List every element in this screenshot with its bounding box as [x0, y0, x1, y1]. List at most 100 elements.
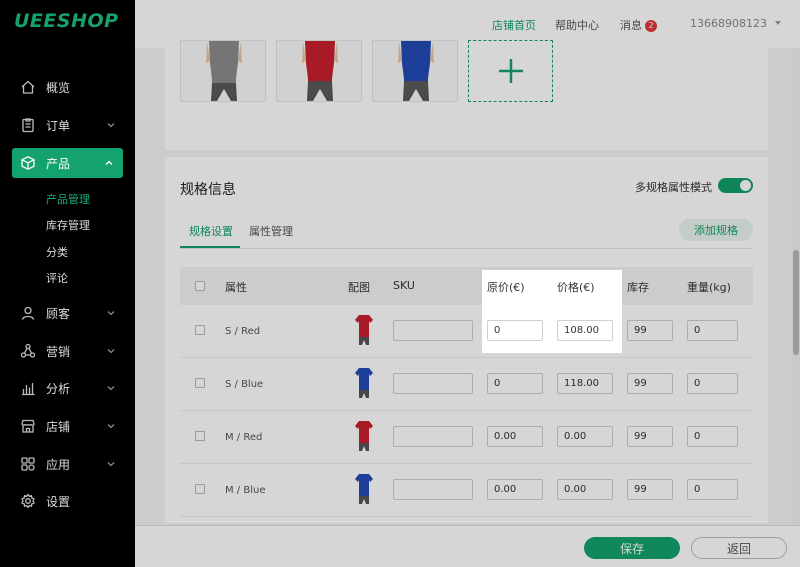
row-checkbox[interactable]: [195, 484, 205, 494]
row-attribute: M / Blue: [225, 485, 266, 496]
col-stock: 库存: [627, 281, 649, 294]
chevron-down-icon: [105, 345, 117, 357]
sku-input[interactable]: [393, 479, 473, 500]
sidebar-item-marketing[interactable]: 营销: [0, 336, 135, 366]
sidebar-sub-category[interactable]: 分类: [46, 244, 68, 260]
back-button[interactable]: 返回: [691, 537, 787, 559]
variant-image-blue[interactable]: [355, 474, 373, 504]
logo[interactable]: UEESHOP: [14, 10, 119, 32]
sidebar-item-settings[interactable]: 设置: [0, 486, 135, 516]
multi-spec-mode-toggle[interactable]: [718, 178, 753, 193]
original-price-input[interactable]: 0.00: [487, 479, 543, 500]
product-image-red[interactable]: [276, 40, 362, 102]
sku-input[interactable]: [393, 320, 473, 341]
sidebar: UEESHOP 概览 订单 产品 产品管理 库存管理 分类 评论 顾客 营销 分…: [0, 0, 135, 567]
table-row: S / Blue 0 118.00 99 0: [180, 358, 753, 411]
sidebar-item-apps[interactable]: 应用: [0, 449, 135, 479]
row-checkbox[interactable]: [195, 378, 205, 388]
toggle-knob: [740, 180, 751, 191]
table-row: M / Blue 0.00 0.00 99 0: [180, 464, 753, 517]
store-icon: [20, 418, 36, 434]
store-home-link[interactable]: 店铺首页: [492, 17, 536, 33]
save-button[interactable]: 保存: [584, 537, 680, 559]
main-area: 店铺首页 帮助中心 消息 2 13668908123 规格信息 多规格属性模式 …: [135, 0, 800, 567]
highlight-original-price-input[interactable]: 0: [487, 320, 543, 341]
plus-icon: [498, 59, 523, 83]
sku-input[interactable]: [393, 426, 473, 447]
user-icon: [20, 305, 36, 321]
stock-input[interactable]: 99: [627, 320, 673, 341]
home-icon: [20, 79, 36, 95]
chevron-down-icon: [105, 420, 117, 432]
product-image-grey[interactable]: [180, 40, 266, 102]
messages-link[interactable]: 消息 2: [620, 17, 657, 33]
sidebar-item-label: 营销: [46, 344, 71, 359]
sidebar-item-label: 订单: [46, 118, 71, 133]
scrollbar-thumb[interactable]: [793, 250, 799, 355]
tabs-divider: [180, 248, 753, 249]
sidebar-item-customers[interactable]: 顾客: [0, 298, 135, 328]
chevron-down-icon: [105, 458, 117, 470]
sidebar-item-label: 顾客: [46, 306, 71, 321]
row-attribute: S / Red: [225, 326, 261, 337]
variant-image-red[interactable]: [355, 315, 373, 345]
weight-input[interactable]: 0: [687, 426, 738, 447]
sidebar-item-label: 概览: [46, 80, 71, 95]
col-attribute: 属性: [225, 281, 247, 294]
row-checkbox[interactable]: [195, 431, 205, 441]
original-price-input[interactable]: 0.00: [487, 426, 543, 447]
tab-spec-settings[interactable]: 规格设置: [189, 223, 233, 239]
spec-table-header: 属性 配图 SKU 原价(€) 价格(€) 库存 重量(kg): [180, 267, 753, 305]
row-attribute: S / Blue: [225, 379, 264, 390]
caret-down-icon: [774, 21, 781, 25]
chevron-up-icon: [103, 157, 115, 169]
multi-spec-mode-label: 多规格属性模式: [635, 181, 712, 194]
sidebar-sub-inventory[interactable]: 库存管理: [46, 217, 90, 233]
sku-input[interactable]: [393, 373, 473, 394]
highlight-price-input[interactable]: 108.00: [557, 320, 613, 341]
sidebar-item-overview[interactable]: 概览: [0, 72, 135, 102]
weight-input[interactable]: 0: [687, 320, 738, 341]
sidebar-item-orders[interactable]: 订单: [0, 110, 135, 140]
chevron-down-icon: [105, 307, 117, 319]
add-image-button[interactable]: [468, 40, 553, 102]
price-input[interactable]: 118.00: [557, 373, 613, 394]
sidebar-sub-reviews[interactable]: 评论: [46, 270, 68, 286]
share-icon: [20, 343, 36, 359]
chevron-down-icon: [105, 119, 117, 131]
account-name: 13668908123: [690, 17, 767, 30]
tab-attribute-management[interactable]: 属性管理: [249, 223, 293, 239]
add-spec-button[interactable]: 添加规格: [679, 219, 753, 241]
col-image: 配图: [348, 281, 370, 294]
stock-input[interactable]: 99: [627, 479, 673, 500]
variant-image-red[interactable]: [355, 421, 373, 451]
price-input[interactable]: 0.00: [557, 479, 613, 500]
shirt-blue-image: [373, 41, 457, 101]
select-all-checkbox[interactable]: [195, 281, 205, 291]
product-image-blue[interactable]: [372, 40, 458, 102]
spec-title: 规格信息: [180, 182, 236, 198]
row-checkbox[interactable]: [195, 325, 205, 335]
clipboard-icon: [20, 117, 36, 133]
messages-label: 消息: [620, 19, 642, 32]
account-menu[interactable]: 13668908123: [690, 17, 781, 30]
bottom-action-bar: 保存 返回: [135, 525, 800, 567]
spec-card: 规格信息 多规格属性模式 规格设置 属性管理 添加规格 属性 配图 SKU 原价…: [165, 157, 768, 523]
col-sku: SKU: [393, 279, 415, 292]
price-input[interactable]: 0.00: [557, 426, 613, 447]
sidebar-item-products[interactable]: 产品: [12, 148, 123, 178]
sidebar-item-store[interactable]: 店铺: [0, 411, 135, 441]
col-weight: 重量(kg): [687, 281, 731, 294]
variant-image-blue[interactable]: [355, 368, 373, 398]
weight-input[interactable]: 0: [687, 479, 738, 500]
weight-input[interactable]: 0: [687, 373, 738, 394]
sidebar-sub-product-management[interactable]: 产品管理: [46, 191, 90, 207]
stock-input[interactable]: 99: [627, 373, 673, 394]
sidebar-item-analytics[interactable]: 分析: [0, 373, 135, 403]
chart-icon: [20, 380, 36, 396]
original-price-input[interactable]: 0: [487, 373, 543, 394]
sidebar-item-label: 店铺: [46, 419, 71, 434]
help-center-link[interactable]: 帮助中心: [555, 17, 599, 33]
apps-icon: [20, 456, 36, 472]
stock-input[interactable]: 99: [627, 426, 673, 447]
